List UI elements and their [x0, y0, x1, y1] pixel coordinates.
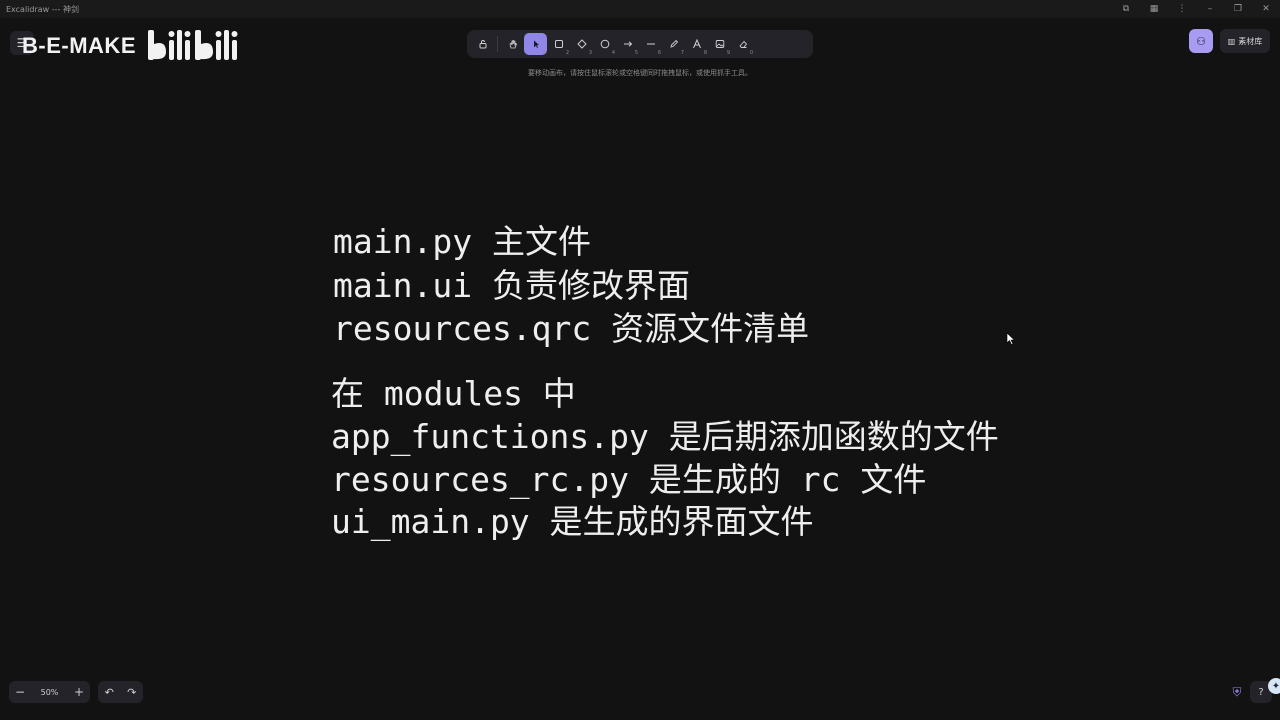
- text-tool[interactable]: 8: [685, 33, 708, 56]
- collab-button[interactable]: ⚇: [1189, 29, 1213, 53]
- canvas-text-line[interactable]: main.ui 负责修改界面: [333, 259, 690, 307]
- pencil-shortcut: 7: [680, 50, 684, 56]
- undo-button[interactable]: ↶: [98, 681, 121, 703]
- watermark-text: B-E-MAKE: [22, 33, 136, 58]
- canvas-text-line[interactable]: resources.qrc 资源文件清单: [333, 302, 809, 350]
- undo-redo-controls: ↶ ↷: [98, 681, 143, 703]
- library-button[interactable]: ▥ 素材库: [1220, 29, 1270, 53]
- close-button[interactable]: ✕: [1252, 0, 1280, 18]
- zoom-reset-button[interactable]: 50%: [31, 681, 68, 703]
- ellipse-icon: [600, 39, 609, 49]
- redo-button[interactable]: ↷: [121, 681, 144, 703]
- line-shortcut: 6: [657, 50, 661, 56]
- encryption-shield-icon[interactable]: ⛨: [1229, 684, 1245, 700]
- canvas-text-line[interactable]: app_functions.py 是后期添加函数的文件: [331, 410, 999, 458]
- toolbar-divider: [497, 36, 498, 52]
- shape-toolbar: 1 2 3 4 5 6 7 8 9 0: [467, 30, 813, 58]
- lock-icon: [479, 40, 486, 49]
- mouse-cursor-icon: [1006, 332, 1016, 345]
- hand-tool[interactable]: [501, 33, 524, 55]
- eraser-icon: [738, 40, 747, 48]
- ellipse-shortcut: 4: [611, 50, 615, 56]
- image-shortcut: 9: [726, 50, 730, 56]
- arrow-icon: [623, 41, 632, 47]
- line-tool[interactable]: 6: [639, 33, 662, 56]
- diamond-tool[interactable]: 3: [570, 33, 593, 56]
- canvas-text-line[interactable]: main.py 主文件: [333, 215, 591, 263]
- rectangle-tool[interactable]: 2: [547, 33, 570, 56]
- lock-tool[interactable]: [471, 33, 494, 55]
- selection-shortcut: 1: [542, 50, 546, 56]
- library-label: 素材库: [1238, 36, 1263, 46]
- help-icon: ?: [1258, 686, 1264, 698]
- pencil-tool[interactable]: 7: [662, 33, 685, 56]
- assistant-icon[interactable]: ✦: [1268, 678, 1280, 694]
- canvas-text-line[interactable]: ui_main.py 是生成的界面文件: [331, 495, 814, 543]
- canvas-hint: 要移动画布，请按住鼠标滚轮或空格键同时拖拽鼠标，或使用抓手工具。: [528, 69, 752, 77]
- line-icon: [646, 43, 655, 45]
- bilibili-logo: [148, 30, 238, 60]
- layout-icon[interactable]: ▦: [1140, 0, 1168, 18]
- window-controls: ⧉ ▦ ⋮ – ❐ ✕: [1112, 0, 1280, 18]
- rectangle-shortcut: 2: [565, 50, 569, 56]
- pointer-icon: [533, 40, 539, 48]
- diamond-shortcut: 3: [588, 50, 592, 56]
- window-titlebar: Excalidraw --- 神剑 ⧉ ▦ ⋮ – ❐ ✕: [0, 0, 1280, 18]
- more-icon[interactable]: ⋮: [1168, 0, 1196, 18]
- translate-icon[interactable]: ⧉: [1112, 0, 1140, 18]
- pencil-icon: [669, 39, 678, 48]
- restore-button[interactable]: ❐: [1224, 0, 1252, 18]
- ellipse-tool[interactable]: 4: [593, 33, 616, 56]
- diamond-icon: [576, 39, 587, 49]
- users-icon: ⚇: [1196, 34, 1206, 48]
- arrow-tool[interactable]: 5: [616, 33, 639, 56]
- watermark: B-E-MAKE: [22, 26, 240, 66]
- eraser-tool[interactable]: 0: [731, 33, 754, 56]
- arrow-shortcut: 5: [634, 50, 638, 56]
- text-shortcut: 8: [703, 50, 707, 56]
- minimize-button[interactable]: –: [1196, 0, 1224, 18]
- image-tool[interactable]: 9: [708, 33, 731, 56]
- image-icon: [715, 40, 724, 48]
- library-icon: ▥: [1227, 36, 1236, 46]
- selection-tool[interactable]: 1: [524, 33, 547, 56]
- canvas-text-line[interactable]: resources_rc.py 是生成的 rc 文件: [331, 453, 926, 501]
- zoom-in-button[interactable]: +: [68, 681, 90, 703]
- eraser-shortcut: 0: [749, 50, 753, 56]
- zoom-controls: − 50% +: [9, 681, 90, 703]
- canvas-text-line[interactable]: 在 modules 中: [331, 367, 576, 415]
- window-title: Excalidraw --- 神剑: [6, 5, 79, 14]
- zoom-out-button[interactable]: −: [9, 681, 31, 703]
- rectangle-icon: [554, 40, 563, 48]
- hand-icon: [509, 40, 517, 49]
- text-icon: [692, 39, 701, 49]
